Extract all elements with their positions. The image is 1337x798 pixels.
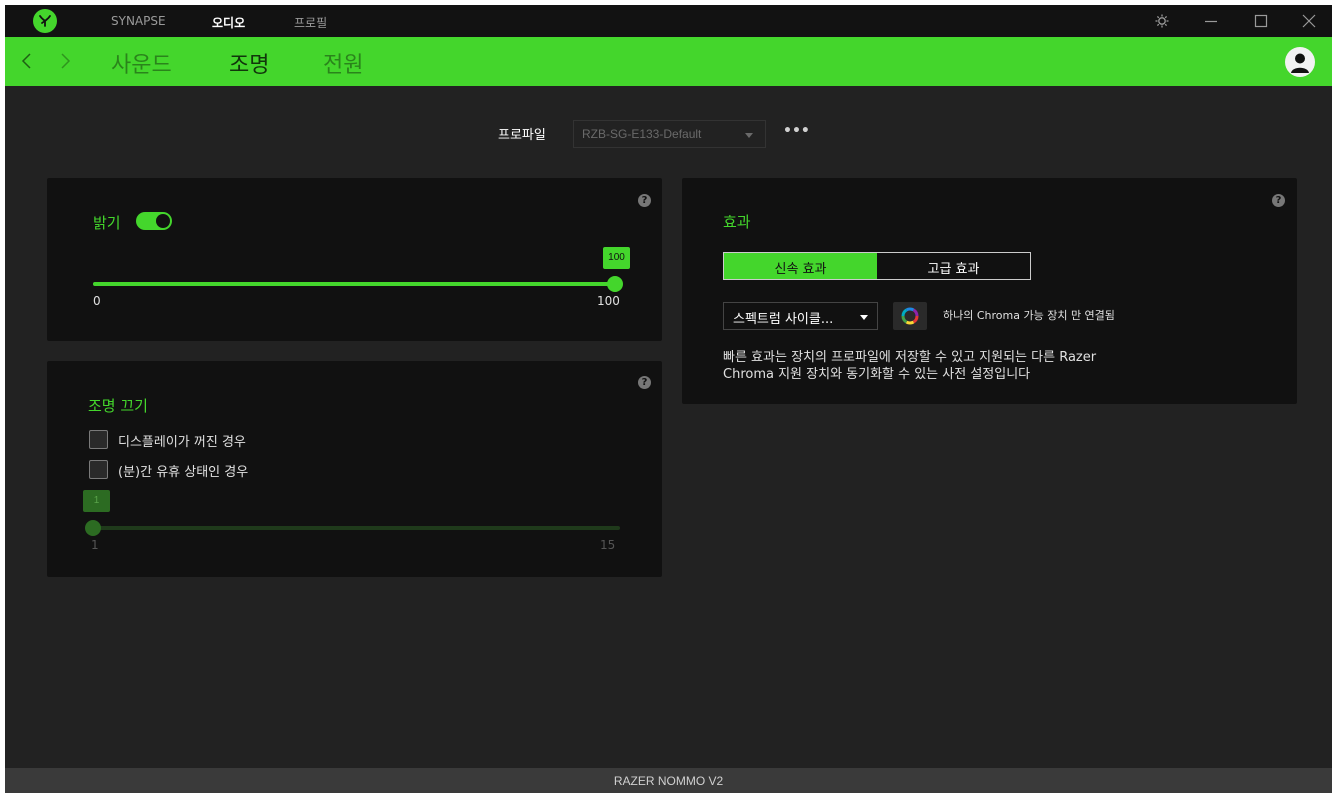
back-arrow-icon[interactable] [17,51,37,71]
effect-description-line: 빠른 효과는 장치의 프로파일에 저장할 수 있고 지원되는 다른 Razer [723,350,1097,365]
tab-advanced-effects[interactable]: 고급 효과 [877,253,1030,279]
brightness-slider-track[interactable] [93,276,623,292]
checkbox-idle-label: (분)간 유휴 상태인 경우 [118,465,249,480]
brightness-max-label: 100 [597,294,620,308]
effect-dropdown-value: 스펙트럼 사이클... [733,312,834,327]
idle-slider-track[interactable] [85,520,620,536]
tab-quick-effects[interactable]: 신속 효과 [724,253,877,279]
chevron-down-icon [745,133,753,138]
tab-power[interactable]: 전원 [323,47,363,79]
checkbox-idle[interactable] [89,460,108,479]
idle-slider-thumb[interactable] [85,520,101,536]
effect-description-line: Chroma 지원 장치와 동기화할 수 있는 사전 설정입니다 [723,367,1031,382]
tab-audio[interactable]: 오디오 [212,14,245,31]
profile-label: 프로파일 [498,128,546,143]
user-avatar-icon[interactable] [1285,47,1315,77]
brightness-toggle[interactable] [136,212,172,230]
tab-synapse[interactable]: SYNAPSE [111,14,166,28]
checkbox-display-off-label: 디스플레이가 꺼진 경우 [118,435,246,450]
title-bar: SYNAPSE 오디오 프로필 [5,5,1332,37]
razer-logo-icon[interactable] [33,9,57,33]
help-icon[interactable]: ? [638,194,651,207]
close-icon[interactable] [1301,13,1317,29]
help-icon[interactable]: ? [1272,194,1285,207]
idle-value-tooltip: 1 [83,490,110,512]
lights-off-panel: ? 조명 끄기 디스플레이가 꺼진 경우 (분)간 유휴 상태인 경우 1 1 … [47,361,662,577]
minimize-icon[interactable] [1203,13,1219,29]
effect-description: 빠른 효과는 장치의 프로파일에 저장할 수 있고 지원되는 다른 Razer … [723,349,1193,383]
brightness-min-label: 0 [93,294,101,308]
chroma-spectrum-icon[interactable] [893,302,927,330]
maximize-icon[interactable] [1253,13,1269,29]
profile-dropdown-value: RZB-SG-E133-Default [582,127,702,141]
chroma-device-note: 하나의 Chroma 가능 장치 만 연결됨 [943,309,1115,322]
checkbox-display-off[interactable] [89,430,108,449]
brightness-value-tooltip: 100 [603,247,630,269]
settings-icon[interactable] [1154,13,1170,29]
tab-lighting[interactable]: 조명 [229,47,269,79]
effects-title: 효과 [723,213,751,231]
profile-dropdown[interactable]: RZB-SG-E133-Default [573,120,766,148]
toggle-knob [156,214,170,228]
idle-min-label: 1 [91,538,99,552]
idle-max-label: 15 [600,538,616,552]
brightness-slider-thumb[interactable] [607,276,623,292]
help-icon[interactable]: ? [638,376,651,389]
lights-off-title: 조명 끄기 [88,397,148,415]
tab-profile[interactable]: 프로필 [294,14,327,31]
brightness-panel: ? 밝기 100 0 100 [47,178,662,341]
chevron-down-icon [860,315,868,320]
razer-synapse-window: SYNAPSE 오디오 프로필 사운드 조명 전원 프로파일 RZB-SG-E1… [5,5,1332,793]
effect-dropdown[interactable]: 스펙트럼 사이클... [723,302,878,330]
brightness-label: 밝기 [93,214,121,232]
forward-arrow-icon[interactable] [55,51,75,71]
tab-sound[interactable]: 사운드 [111,47,172,79]
brightness-slider-fill [93,282,615,286]
more-options-icon[interactable]: ••• [783,123,810,143]
device-name-status-bar: RAZER NOMMO V2 [5,768,1332,793]
effect-mode-tabs: 신속 효과 고급 효과 [723,252,1031,280]
section-nav-bar: 사운드 조명 전원 [5,37,1332,86]
